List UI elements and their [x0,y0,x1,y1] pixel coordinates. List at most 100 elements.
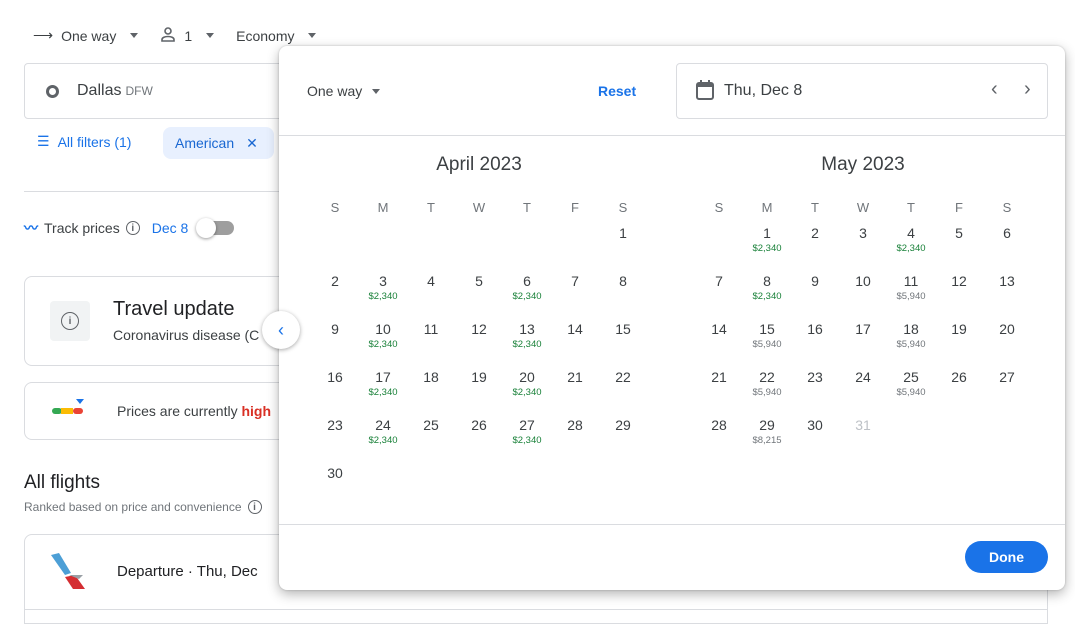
day-number: 4 [907,225,915,241]
trip-type-select[interactable]: One way [307,83,381,99]
day-number: 25 [423,417,439,433]
calendar-day[interactable]: 27 $2,340 [503,414,551,462]
calendar-day[interactable]: 24 [839,366,887,414]
calendar-day[interactable]: 2 [791,222,839,270]
calendar-day[interactable]: 18 [407,366,455,414]
calendar-day[interactable]: 12 [455,318,503,366]
calendar-day[interactable]: 1 [599,222,647,270]
calendar-day[interactable]: 17 [839,318,887,366]
calendar-icon [696,80,714,105]
calendar-day[interactable]: 29 [599,414,647,462]
airline-filter-chip[interactable]: American ✕ [163,127,274,159]
calendar-day[interactable]: 29 $8,215 [743,414,791,462]
calendar-day[interactable]: 20 [983,318,1031,366]
day-number: 31 [855,417,871,433]
calendar-day[interactable]: 26 [455,414,503,462]
all-filters-button[interactable]: ☰ All filters (1) [37,133,131,150]
trip-type-select[interactable]: ⟶ One way [33,27,139,44]
calendar-day[interactable]: 21 [695,366,743,414]
weekday-label: M [377,200,389,215]
calendar-day[interactable]: 1 $2,340 [743,222,791,270]
calendar-day[interactable]: 22 [599,366,647,414]
calendar-day[interactable]: 28 [695,414,743,462]
calendar-day[interactable]: 22 $5,940 [743,366,791,414]
calendar-day[interactable]: 3 [839,222,887,270]
calendar-day[interactable]: 16 [311,366,359,414]
calendar-day[interactable]: 13 $2,340 [503,318,551,366]
calendar-day[interactable]: 23 [311,414,359,462]
calendar-day[interactable]: 10 $2,340 [359,318,407,366]
calendar-day[interactable]: 25 [407,414,455,462]
calendar-day[interactable]: 14 [695,318,743,366]
month-title: May 2023 [821,154,905,175]
calendar-day[interactable]: 24 $2,340 [359,414,407,462]
calendar-day[interactable]: 8 $2,340 [743,270,791,318]
day-number: 29 [615,417,631,433]
american-airlines-logo [49,553,89,596]
calendar-day[interactable]: 19 [935,318,983,366]
calendar-day[interactable]: 19 [455,366,503,414]
calendar-day[interactable]: 11 $5,940 [887,270,935,318]
calendar-day[interactable]: 14 [551,318,599,366]
calendar-day[interactable]: 7 [551,270,599,318]
calendar-day[interactable]: 21 [551,366,599,414]
calendar-day[interactable]: 15 [599,318,647,366]
divider [279,524,1065,525]
calendar-day[interactable]: 4 [407,270,455,318]
day-number: 29 [759,417,775,433]
info-icon[interactable]: i [125,221,140,235]
done-button[interactable]: Done [965,541,1048,573]
empty-cell [455,222,503,270]
close-icon[interactable]: ✕ [246,135,258,152]
calendar-day[interactable]: 17 $2,340 [359,366,407,414]
calendar-day[interactable]: 6 [983,222,1031,270]
calendar-day[interactable]: 3 $2,340 [359,270,407,318]
track-prices: 〰 Track prices i Dec 8 [24,218,235,238]
calendar-day[interactable]: 7 [695,270,743,318]
reset-button[interactable]: Reset [598,83,636,99]
calendar-day[interactable]: 2 [311,270,359,318]
cabin-select[interactable]: Economy [236,28,317,44]
calendar-day[interactable]: 5 [455,270,503,318]
calendar-day[interactable]: 30 [791,414,839,462]
next-date-button[interactable]: › [1024,78,1031,101]
day-price: $5,940 [752,339,782,350]
calendar-day[interactable]: 20 $2,340 [503,366,551,414]
calendar-day[interactable]: 13 [983,270,1031,318]
day-number: 2 [811,225,819,241]
departure-date-input[interactable]: Thu, Dec 8 ‹ › [676,63,1048,119]
calendar-day[interactable]: 16 [791,318,839,366]
calendar-day[interactable]: 25 $5,940 [887,366,935,414]
calendar-day[interactable]: 10 [839,270,887,318]
calendar-day[interactable]: 18 $5,940 [887,318,935,366]
day-price: $2,340 [896,243,926,254]
calendar-day[interactable]: 27 [983,366,1031,414]
calendar-day[interactable]: 6 $2,340 [503,270,551,318]
calendar-day[interactable]: 15 $5,940 [743,318,791,366]
caret-down-icon [206,33,215,38]
calendar-day[interactable]: 11 [407,318,455,366]
calendar-day[interactable]: 28 [551,414,599,462]
day-number: 27 [519,417,535,433]
info-icon[interactable]: i [247,500,262,514]
calendar-day[interactable]: 30 [311,462,359,510]
day-number: 12 [471,321,487,337]
calendar-day[interactable]: 8 [599,270,647,318]
calendar-day[interactable]: 9 [311,318,359,366]
previous-month-button[interactable]: ‹ [262,311,300,349]
weekday-label: M [761,200,773,215]
calendar-day[interactable]: 12 [935,270,983,318]
calendar-day[interactable]: 5 [935,222,983,270]
day-number: 26 [471,417,487,433]
calendar-day[interactable]: 23 [791,366,839,414]
calendar-day[interactable]: 4 $2,340 [887,222,935,270]
day-number: 28 [711,417,727,433]
weekday-label: S [618,200,628,215]
previous-date-button[interactable]: ‹ [991,78,998,101]
day-number: 2 [331,273,339,289]
calendar-day[interactable]: 26 [935,366,983,414]
track-prices-toggle[interactable] [196,218,235,238]
calendar-day[interactable]: 9 [791,270,839,318]
day-number: 24 [855,369,871,385]
passengers-select[interactable]: 1 [160,26,215,45]
